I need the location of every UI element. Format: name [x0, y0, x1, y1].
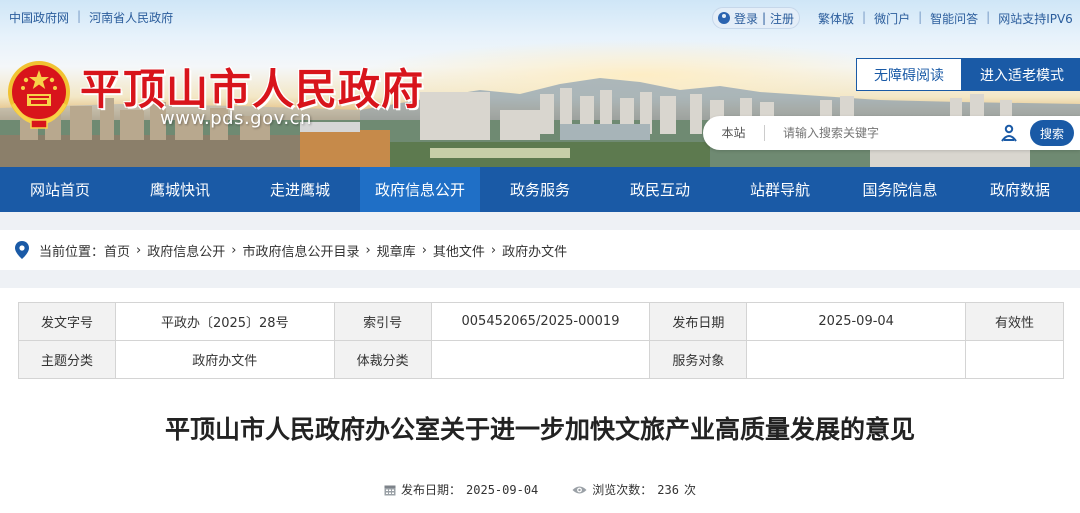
nav-news[interactable]: 鹰城快讯 — [120, 167, 240, 212]
nav-gov-info[interactable]: 政府信息公开 — [360, 167, 480, 212]
nav-site-group[interactable]: 站群导航 — [720, 167, 840, 212]
search-button[interactable]: 搜索 — [1030, 120, 1074, 146]
main-nav: 网站首页 鹰城快讯 走进鹰城 政府信息公开 政务服务 政民互动 站群导航 国务院… — [0, 167, 1080, 212]
accessibility-person-icon[interactable] — [1000, 124, 1018, 142]
ipv6-link[interactable]: 网站支持IPV6 — [998, 10, 1073, 27]
meta-label: 服务对象 — [649, 340, 748, 379]
site-url: www.pds.gov.cn — [160, 108, 312, 129]
breadcrumb-home[interactable]: 首页 — [104, 241, 130, 260]
divider: | — [77, 9, 82, 23]
document-title: 平顶山市人民政府办公室关于进一步加快文旅产业高质量发展的意见 — [164, 415, 915, 444]
meta-value — [746, 340, 967, 379]
chevron-right-icon: › — [421, 242, 427, 258]
meta-value: 005452065/2025-00019 — [430, 302, 651, 341]
calendar-icon — [384, 485, 396, 495]
search-input[interactable] — [765, 118, 1000, 148]
chevron-right-icon: › — [490, 242, 497, 258]
document-info: 发布日期： 2025-09-04 浏览次数： 236 次 — [0, 481, 1080, 498]
meta-label: 主题分类 — [18, 340, 116, 379]
breadcrumb-office-files[interactable]: 政府办文件 — [502, 241, 567, 260]
accessibility-buttons: 无障碍阅读 进入适老模式 — [856, 58, 1080, 91]
meta-value — [965, 340, 1064, 379]
quick-links: 繁体版 | 微门户 | 智能问答 | 网站支持IPV6 — [818, 10, 1073, 27]
meta-value: 2025-09-04 — [746, 302, 967, 341]
eye-icon — [572, 486, 587, 493]
chevron-right-icon: › — [136, 242, 142, 258]
top-bar: 中国政府网 | 河南省人民政府 登录 | 注册 繁体版 | 微门户 | 智能问答… — [0, 0, 1080, 34]
nav-state-council[interactable]: 国务院信息 — [840, 167, 960, 212]
meta-label: 体裁分类 — [333, 340, 432, 379]
view-count-unit: 次 — [683, 483, 696, 497]
chevron-right-icon: › — [365, 242, 371, 258]
traditional-chinese-link[interactable]: 繁体版 — [818, 10, 854, 27]
breadcrumb-label: 当前位置： — [39, 244, 105, 260]
divider: | — [862, 10, 867, 24]
publish-date-label: 发布日期： — [401, 483, 462, 497]
search-bar: 本站 搜索 — [703, 116, 1080, 150]
register-link[interactable]: 注册 — [770, 10, 794, 27]
site-header: 中国政府网 | 河南省人民政府 登录 | 注册 繁体版 | 微门户 | 智能问答… — [0, 0, 1080, 167]
view-count-value: 236 — [657, 482, 679, 497]
link-henan-gov[interactable]: 河南省人民政府 — [89, 9, 173, 26]
barrier-free-button[interactable]: 无障碍阅读 — [856, 58, 962, 91]
location-pin-icon — [15, 241, 29, 259]
meta-label: 发文字号 — [18, 302, 116, 341]
meta-label: 发布日期 — [649, 302, 748, 341]
micro-portal-link[interactable]: 微门户 — [874, 10, 910, 27]
breadcrumb: 当前位置： 首页 › 政府信息公开 › 市政府信息公开目录 › 规章库 › 其他… — [0, 230, 1080, 270]
breadcrumb-regulations[interactable]: 规章库 — [377, 241, 416, 260]
table-row: 主题分类 政府办文件 体裁分类 服务对象 — [18, 340, 1064, 379]
meta-value — [430, 340, 651, 379]
external-links: 中国政府网 | 河南省人民政府 — [9, 9, 173, 26]
nav-interaction[interactable]: 政民互动 — [600, 167, 720, 212]
chevron-right-icon: › — [231, 242, 237, 258]
publish-date-group: 发布日期： 2025-09-04 — [384, 481, 538, 498]
table-row: 发文字号 平政办〔2025〕28号 索引号 005452065/2025-000… — [18, 302, 1064, 341]
search-scope-select[interactable]: 本站 — [703, 125, 765, 141]
meta-label: 索引号 — [333, 302, 432, 341]
elder-mode-button[interactable]: 进入适老模式 — [962, 58, 1080, 91]
nav-gov-data[interactable]: 政府数据 — [960, 167, 1080, 212]
national-emblem-icon — [8, 61, 70, 129]
breadcrumb-gov-info[interactable]: 政府信息公开 — [147, 241, 225, 260]
login-link[interactable]: 登录 — [734, 10, 758, 27]
user-icon — [717, 12, 730, 24]
meta-value: 平政办〔2025〕28号 — [114, 302, 335, 341]
breadcrumb-catalog[interactable]: 市政府信息公开目录 — [242, 241, 359, 260]
breadcrumb-other-files[interactable]: 其他文件 — [433, 241, 485, 260]
article-content: 发文字号 平政办〔2025〕28号 索引号 005452065/2025-000… — [0, 288, 1080, 513]
divider: | — [918, 10, 923, 24]
view-count-label: 浏览次数： — [592, 483, 653, 497]
nav-gov-services[interactable]: 政务服务 — [480, 167, 600, 212]
meta-value: 政府办文件 — [114, 340, 335, 379]
meta-label: 有效性 — [965, 302, 1064, 341]
link-china-gov[interactable]: 中国政府网 — [9, 9, 69, 26]
publish-date-value: 2025-09-04 — [466, 482, 539, 497]
document-meta-table: 发文字号 平政办〔2025〕28号 索引号 005452065/2025-000… — [18, 302, 1064, 379]
nav-about-city[interactable]: 走进鹰城 — [240, 167, 360, 212]
nav-home[interactable]: 网站首页 — [0, 167, 120, 212]
divider: | — [986, 10, 991, 24]
view-count-group: 浏览次数： 236 次 — [572, 481, 696, 498]
smart-qa-link[interactable]: 智能问答 — [930, 10, 978, 27]
divider: | — [761, 11, 767, 25]
user-box: 登录 | 注册 — [712, 7, 800, 29]
